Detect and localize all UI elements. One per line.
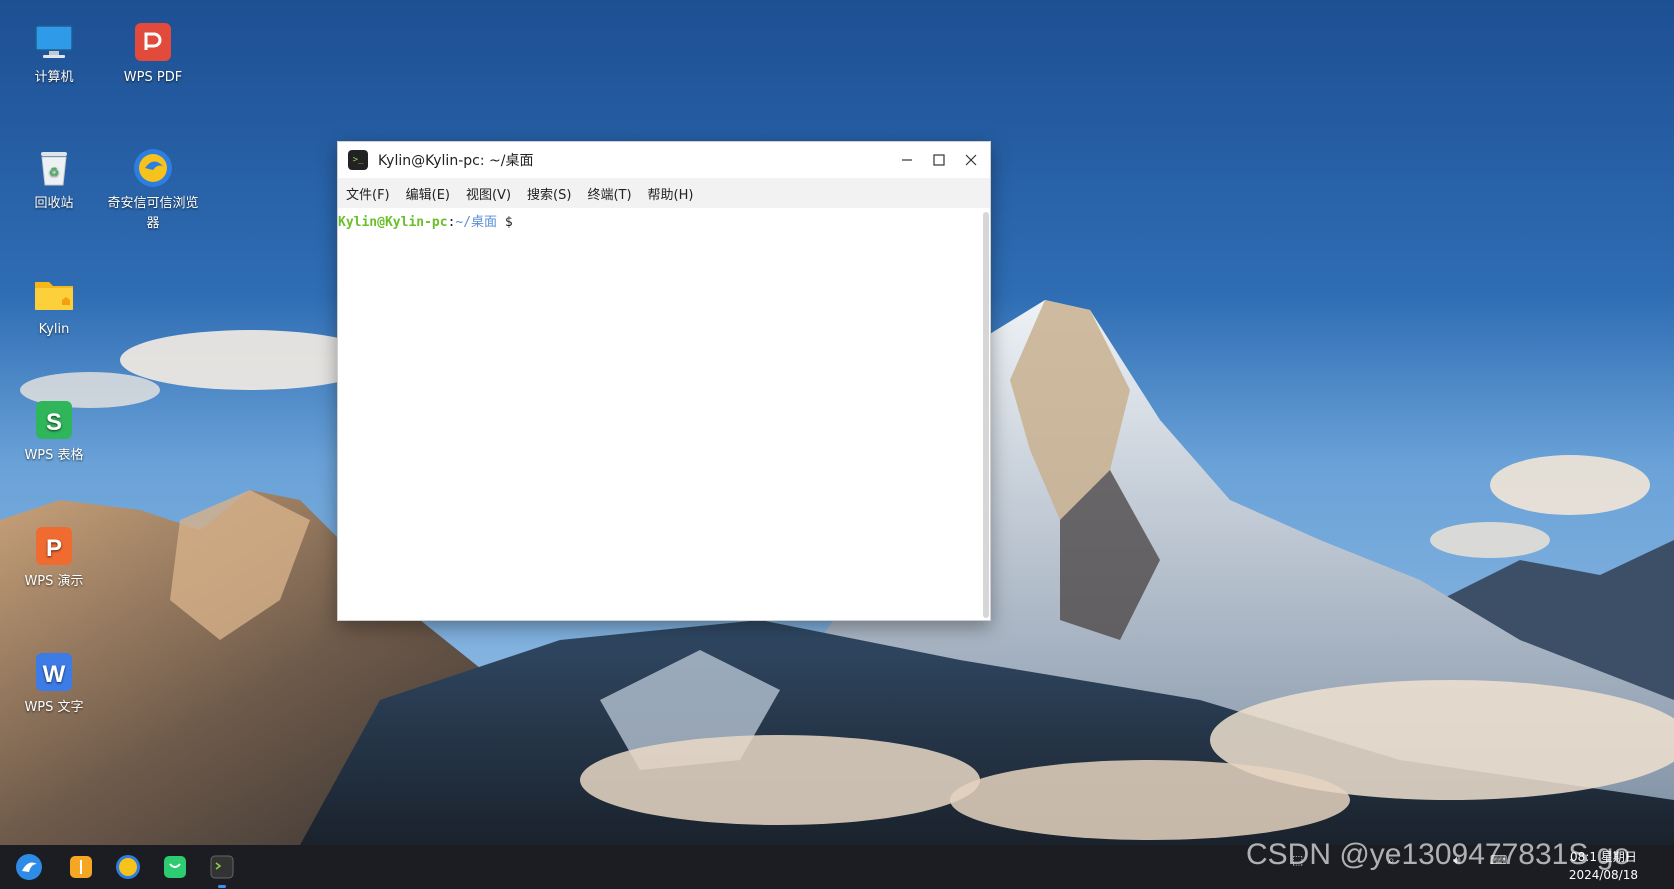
watermark: CSDN @ye1309477831S go (1246, 838, 1631, 871)
computer-icon (32, 20, 76, 64)
desktop-icon-label: WPS PDF (123, 70, 183, 85)
desktop-icon-label: 回收站 (34, 196, 74, 211)
close-icon (965, 154, 977, 166)
desktop-icon-computer[interactable]: 计算机 (6, 20, 102, 88)
scrollbar[interactable] (983, 212, 989, 618)
minimize-icon (902, 159, 912, 161)
desktop: 计算机 WPS PDF ♻ 回收站 奇安信可信浏览器 Kylin S WPS 表… (0, 0, 1674, 889)
folder-icon (32, 272, 76, 316)
recycle-bin-icon: ♻ (32, 146, 76, 190)
window-title: Kylin@Kylin-pc: ~/桌面 (378, 153, 534, 169)
browser-icon (131, 146, 175, 190)
taskbar-browser[interactable] (113, 852, 143, 882)
desktop-icon-recycle-bin[interactable]: ♻ 回收站 (6, 146, 102, 214)
desktop-icon-label: 奇安信可信浏览器 (107, 196, 199, 231)
close-button[interactable] (956, 146, 986, 174)
active-indicator (218, 885, 226, 888)
taskbar-terminal[interactable] (207, 852, 237, 882)
kylin-logo-icon (16, 854, 42, 880)
menu-file[interactable]: 文件(F) (346, 184, 390, 203)
svg-text:P: P (46, 535, 62, 562)
desktop-icon-wps-writer[interactable]: W WPS 文字 (6, 650, 102, 718)
svg-text:S: S (46, 409, 62, 436)
desktop-icon-label: WPS 文字 (24, 700, 84, 715)
terminal-icon (210, 855, 234, 879)
wps-pdf-icon (131, 20, 175, 64)
minimize-button[interactable] (892, 146, 922, 174)
window-titlebar[interactable]: >_ Kylin@Kylin-pc: ~/桌面 (338, 142, 990, 178)
svg-text:W: W (43, 661, 66, 688)
desktop-icon-wps-presentation[interactable]: P WPS 演示 (6, 524, 102, 592)
svg-text:♻: ♻ (49, 165, 60, 179)
software-store-icon (164, 856, 186, 878)
wps-writer-icon: W (32, 650, 76, 694)
start-menu-button[interactable] (14, 852, 44, 882)
desktop-icon-label: 计算机 (34, 70, 74, 85)
wps-spreadsheet-icon: S (32, 398, 76, 442)
taskbar-file-manager[interactable] (66, 852, 96, 882)
terminal-output[interactable]: Kylin@Kylin-pc:~/桌面 $ (338, 208, 981, 620)
desktop-icon-qianxin-browser[interactable]: 奇安信可信浏览器 (105, 146, 201, 234)
desktop-icon-label: WPS 演示 (24, 574, 84, 589)
menu-help[interactable]: 帮助(H) (648, 184, 694, 203)
terminal-window[interactable]: >_ Kylin@Kylin-pc: ~/桌面 文件(F) 编辑(E) 视图(V… (337, 141, 991, 621)
menu-search[interactable]: 搜索(S) (527, 184, 571, 203)
maximize-button[interactable] (924, 146, 954, 174)
desktop-icon-wps-spreadsheet[interactable]: S WPS 表格 (6, 398, 102, 466)
menu-terminal[interactable]: 终端(T) (587, 184, 631, 203)
file-manager-icon (70, 856, 92, 878)
terminal-icon: >_ (348, 150, 368, 170)
prompt-symbol: $ (504, 215, 513, 230)
desktop-icon-wps-pdf[interactable]: WPS PDF (105, 20, 201, 88)
maximize-icon (933, 154, 945, 166)
taskbar-software-store[interactable] (160, 852, 190, 882)
prompt-user: Kylin@Kylin-pc (338, 215, 448, 230)
desktop-icon-label: Kylin (38, 322, 70, 337)
wps-presentation-icon: P (32, 524, 76, 568)
desktop-icon-label: WPS 表格 (24, 448, 84, 463)
menu-edit[interactable]: 编辑(E) (406, 184, 450, 203)
menu-view[interactable]: 视图(V) (466, 184, 511, 203)
desktop-icon-home-folder[interactable]: Kylin (6, 272, 102, 340)
menu-bar: 文件(F) 编辑(E) 视图(V) 搜索(S) 终端(T) 帮助(H) (338, 178, 990, 208)
browser-icon (116, 855, 140, 879)
prompt-path: ~/桌面 (455, 215, 498, 230)
